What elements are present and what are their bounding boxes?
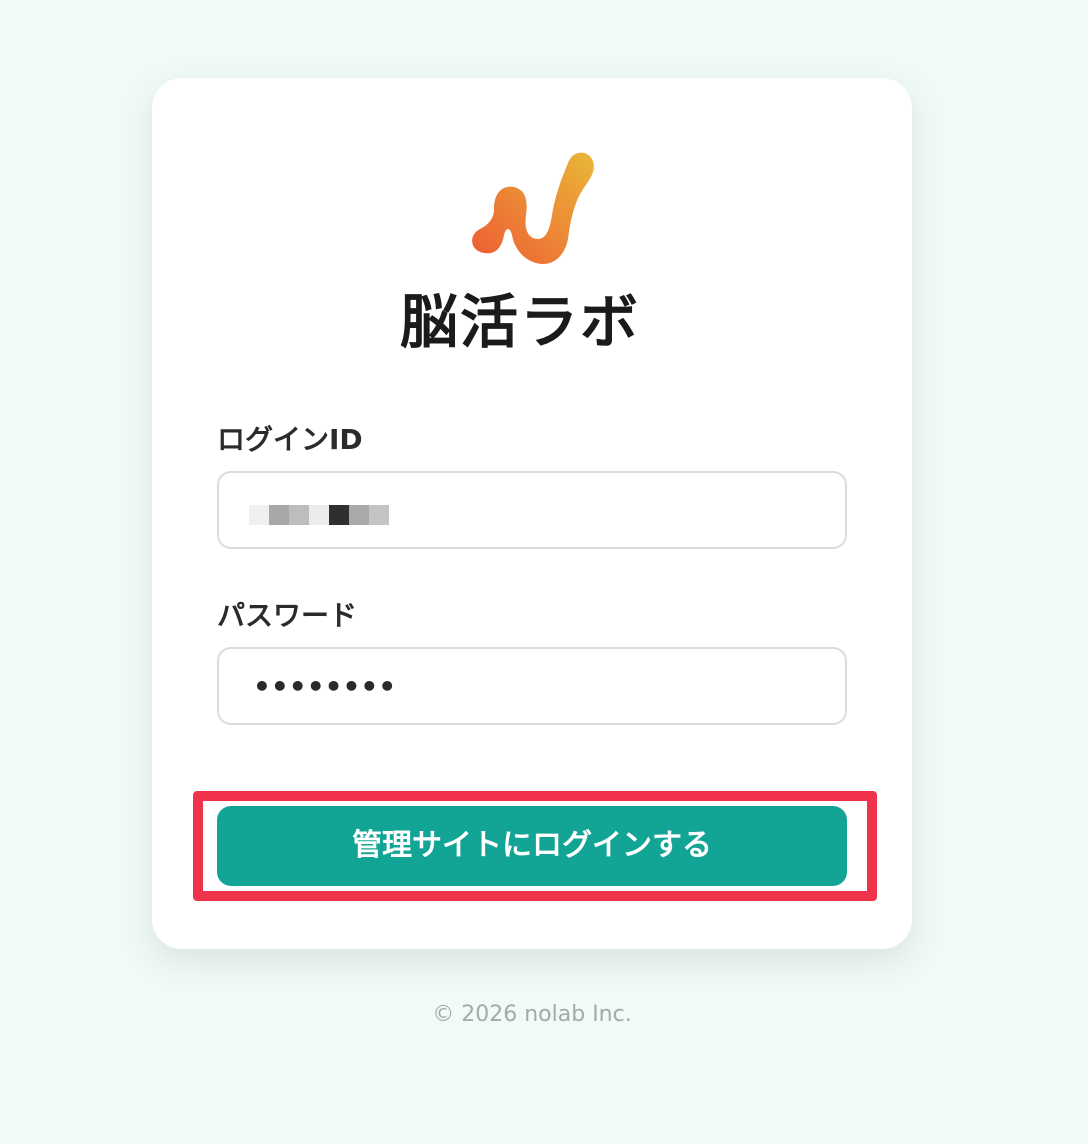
password-label: パスワード	[217, 599, 358, 632]
copyright-footer: © 2026 nolab Inc.	[432, 1002, 632, 1027]
brain-link-logo-icon	[472, 152, 594, 264]
password-value: ••••••••	[253, 670, 397, 703]
redacted-login-id	[249, 505, 389, 525]
admin-login-button[interactable]: 管理サイトにログインする	[217, 806, 847, 886]
password-input[interactable]: ••••••••	[217, 647, 847, 725]
brand-wordmark: 脳活ラボ	[400, 288, 641, 356]
login-id-label: ログインID	[217, 423, 363, 456]
login-id-input[interactable]	[217, 471, 847, 549]
